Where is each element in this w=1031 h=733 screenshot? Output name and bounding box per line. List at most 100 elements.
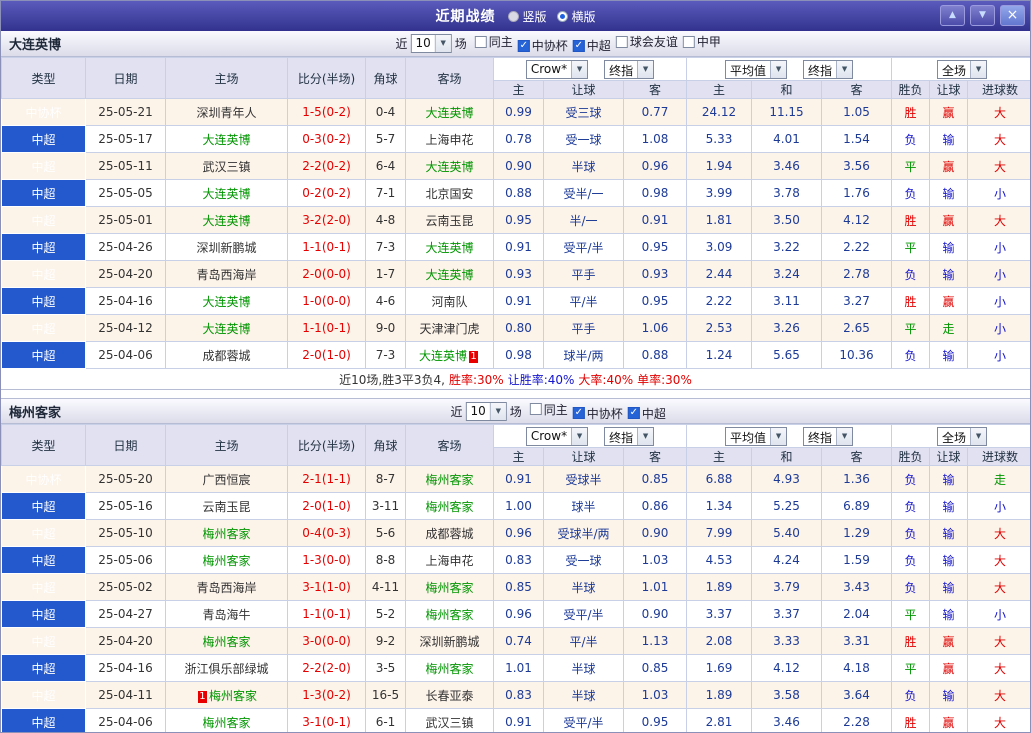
team-name[interactable]: 浙江俱乐部绿城 — [184, 662, 268, 676]
filter-cfa-cup[interactable]: ✓ 中协杯 — [517, 37, 568, 54]
average-stage-select[interactable]: 终指 ▼ — [803, 59, 854, 79]
avg-home-cell: 2.53 — [686, 314, 752, 342]
team-name[interactable]: 广西恒宸 — [202, 473, 250, 487]
league-badge: 中超 — [1, 206, 86, 234]
team-name[interactable]: 梅州客家 — [425, 608, 473, 622]
team-name[interactable]: 大连英博 — [425, 241, 473, 255]
team-name[interactable]: 云南玉昆 — [425, 214, 473, 228]
match-count-select[interactable]: 10 ▼ — [410, 34, 452, 53]
corner-cell: 4-6 — [365, 287, 406, 315]
average-stage-value: 终指 — [808, 63, 833, 78]
match-count-select[interactable]: 10 ▼ — [465, 401, 507, 421]
team-name[interactable]: 武汉三镇 — [202, 160, 250, 174]
handicap-cell: 受半/一 — [543, 179, 624, 207]
team-name[interactable]: 青岛西海岸 — [196, 268, 256, 282]
filter-league-one[interactable]: 中甲 — [682, 33, 721, 50]
score-cell[interactable]: 0-2(0-2) — [287, 179, 366, 207]
score-cell[interactable]: 2-0(1-0) — [287, 492, 366, 520]
team-name[interactable]: 河南队 — [431, 295, 467, 309]
odds-stage-select[interactable]: 终指 ▼ — [604, 426, 655, 446]
close-button[interactable]: × — [1000, 5, 1025, 26]
handicap-cell: 受一球 — [543, 125, 624, 153]
team-name[interactable]: 武汉三镇 — [425, 716, 473, 730]
team-name[interactable]: 梅州客家 — [425, 581, 473, 595]
team-name[interactable]: 北京国安 — [425, 187, 473, 201]
odds-stage-select[interactable]: 终指 ▼ — [604, 59, 655, 79]
result-cell: 负 — [891, 341, 931, 369]
team-name[interactable]: 青岛西海岸 — [196, 581, 256, 595]
score-cell[interactable]: 2-2(0-2) — [287, 152, 366, 180]
scope-select[interactable]: 全场 ▼ — [937, 426, 988, 446]
filter-csl[interactable]: ✓ 中超 — [572, 37, 611, 54]
score-cell[interactable]: 3-1(1-0) — [287, 573, 366, 601]
team-name[interactable]: 大连英博 — [202, 187, 250, 201]
team-name[interactable]: 大连英博 — [202, 295, 250, 309]
scope-select[interactable]: 全场 ▼ — [937, 59, 988, 79]
team-name[interactable]: 大连英博 — [202, 214, 250, 228]
average-select[interactable]: 平均值 ▼ — [725, 59, 788, 79]
team-name[interactable]: 大连英博 — [419, 349, 467, 363]
league-badge: 中超 — [1, 654, 86, 682]
col-odds-home: 主 — [493, 80, 544, 99]
team-name[interactable]: 梅州客家 — [209, 689, 257, 703]
corner-cell: 3-5 — [365, 654, 406, 682]
home-odds-cell: 0.91 — [493, 233, 544, 261]
match-row: 中超 25-04-20 梅州客家 3-0(0-0) 9-2 深圳新鹏城 0.74 平/半 1.1… — [1, 627, 1030, 655]
team-name[interactable]: 大连英博 — [202, 322, 250, 336]
team-name[interactable]: 大连英博 — [425, 106, 473, 120]
handicap-cell: 平手 — [543, 314, 624, 342]
team-name[interactable]: 大连英博 — [425, 268, 473, 282]
score-cell[interactable]: 1-1(0-1) — [287, 233, 366, 261]
filter-same-venue[interactable]: 同主 — [529, 401, 568, 418]
score-cell[interactable]: 3-0(0-0) — [287, 627, 366, 655]
score-cell[interactable]: 3-1(0-1) — [287, 708, 366, 732]
scroll-down-button[interactable]: ▼ — [970, 5, 995, 26]
team-name[interactable]: 天津津门虎 — [419, 322, 479, 336]
score-cell[interactable]: 1-3(0-0) — [287, 546, 366, 574]
score-cell[interactable]: 3-2(2-0) — [287, 206, 366, 234]
team-name[interactable]: 梅州客家 — [425, 473, 473, 487]
team-name[interactable]: 长春亚泰 — [425, 689, 473, 703]
score-cell[interactable]: 0-4(0-3) — [287, 519, 366, 547]
team-name[interactable]: 青岛海牛 — [202, 608, 250, 622]
team-name[interactable]: 梅州客家 — [425, 500, 473, 514]
team-name[interactable]: 成都蓉城 — [202, 349, 250, 363]
layout-radio-horizontal[interactable]: 横版 — [556, 8, 596, 25]
team-name[interactable]: 深圳新鹏城 — [419, 635, 479, 649]
team-name[interactable]: 云南玉昆 — [202, 500, 250, 514]
team-name[interactable]: 深圳新鹏城 — [196, 241, 256, 255]
team-name[interactable]: 成都蓉城 — [425, 527, 473, 541]
score-cell[interactable]: 1-1(0-1) — [287, 600, 366, 628]
score-cell[interactable]: 1-5(0-2) — [287, 98, 366, 126]
bookmaker-select[interactable]: Crow* ▼ — [525, 59, 589, 79]
score-cell[interactable]: 2-2(2-0) — [287, 654, 366, 682]
team-name[interactable]: 大连英博 — [202, 133, 250, 147]
average-stage-select[interactable]: 终指 ▼ — [803, 426, 854, 446]
score-cell[interactable]: 2-0(1-0) — [287, 341, 366, 369]
filter-cfa-cup[interactable]: ✓ 中协杯 — [572, 405, 623, 422]
team-name[interactable]: 梅州客家 — [425, 662, 473, 676]
filter-csl[interactable]: ✓ 中超 — [627, 405, 666, 422]
team-name[interactable]: 梅州客家 — [202, 635, 250, 649]
team-name[interactable]: 大连英博 — [425, 160, 473, 174]
filter-club-friendly[interactable]: 球会友谊 — [615, 33, 678, 50]
team-name[interactable]: 深圳青年人 — [196, 106, 256, 120]
score-cell[interactable]: 1-0(0-0) — [287, 287, 366, 315]
score-cell[interactable]: 2-0(0-0) — [287, 260, 366, 288]
team-name[interactable]: 梅州客家 — [202, 716, 250, 730]
score-cell[interactable]: 1-1(0-1) — [287, 314, 366, 342]
checkbox-icon: ✓ — [572, 407, 585, 419]
filter-same-venue[interactable]: 同主 — [474, 33, 513, 50]
results-table: 类型 日期 主场 比分(半场) 角球 客场 Crow* ▼ 终指 ▼ 平均值 ▼… — [1, 424, 1030, 732]
scroll-up-button[interactable]: ▲ — [940, 5, 965, 26]
score-cell[interactable]: 1-3(0-2) — [287, 681, 366, 709]
team-name[interactable]: 梅州客家 — [202, 554, 250, 568]
average-select[interactable]: 平均值 ▼ — [725, 426, 788, 446]
bookmaker-select[interactable]: Crow* ▼ — [525, 426, 589, 446]
layout-radio-vertical[interactable]: 竖版 — [507, 8, 547, 25]
team-name[interactable]: 上海申花 — [425, 554, 473, 568]
team-name[interactable]: 梅州客家 — [202, 527, 250, 541]
score-cell[interactable]: 2-1(1-1) — [287, 465, 366, 493]
team-name[interactable]: 上海申花 — [425, 133, 473, 147]
score-cell[interactable]: 0-3(0-2) — [287, 125, 366, 153]
